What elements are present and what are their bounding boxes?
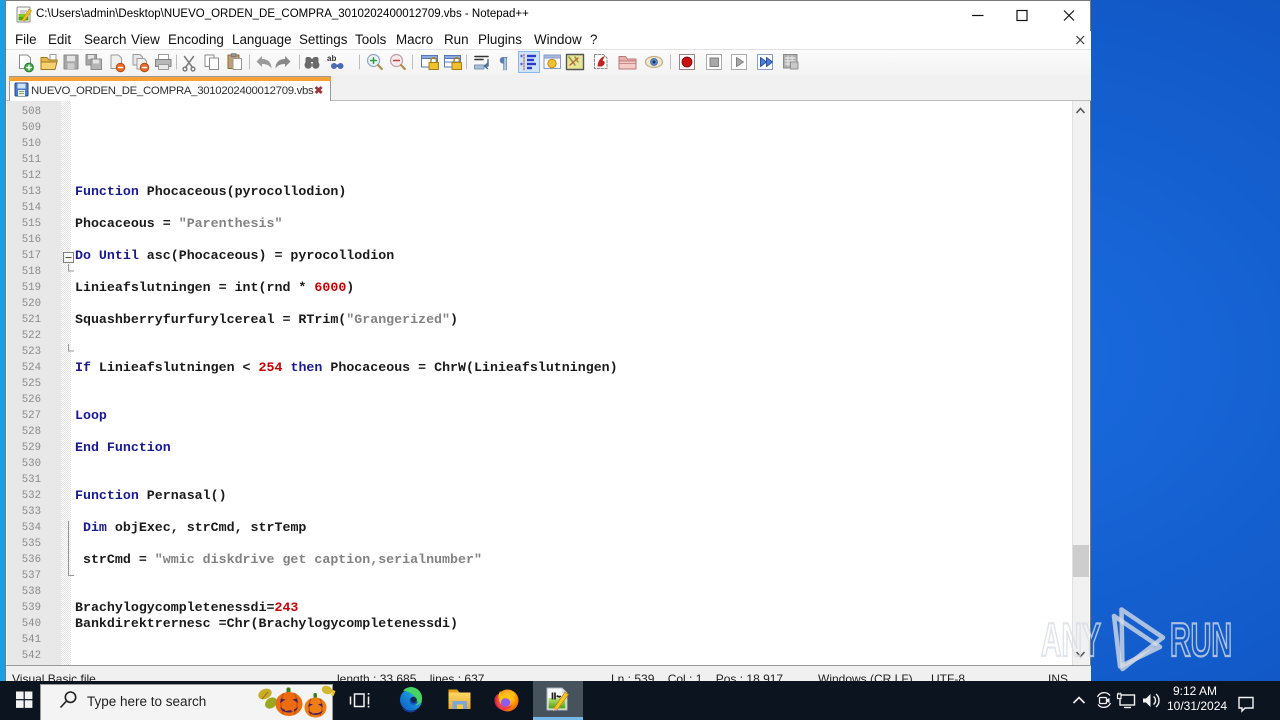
- svg-text:ab: ab: [327, 54, 336, 63]
- svg-text:¶: ¶: [499, 53, 508, 72]
